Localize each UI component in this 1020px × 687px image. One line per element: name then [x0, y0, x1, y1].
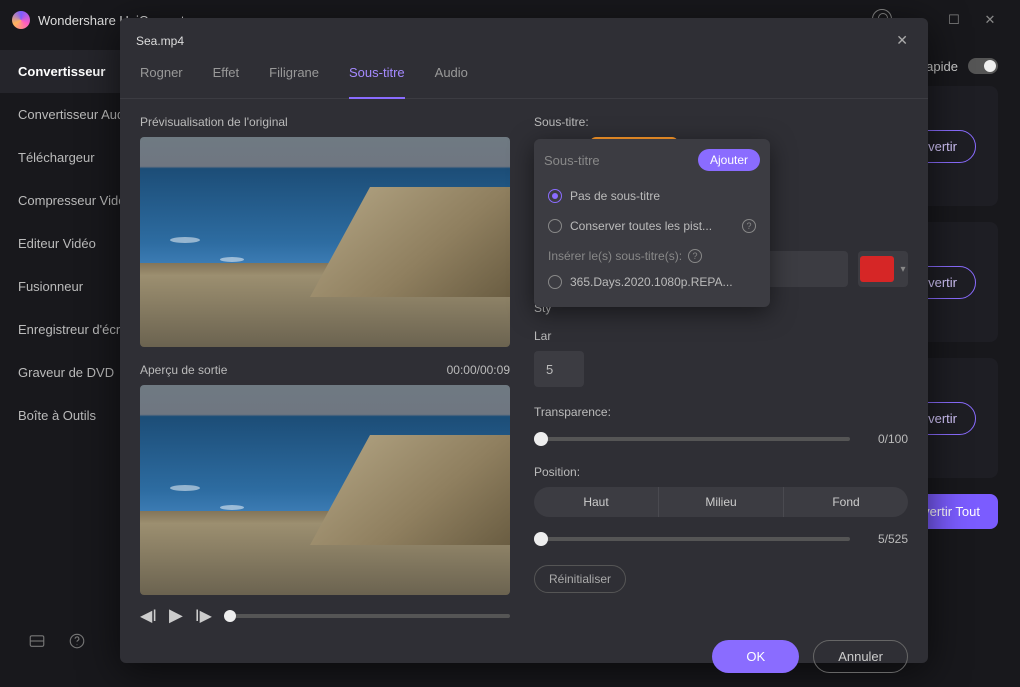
tab-crop[interactable]: Rogner	[140, 65, 183, 88]
radio-icon	[548, 219, 562, 233]
add-subtitle-button[interactable]: Ajouter	[698, 149, 760, 171]
option-subtitle-file[interactable]: 365.Days.2020.1080p.REPA...	[544, 267, 760, 297]
transparency-slider[interactable]	[534, 437, 850, 441]
subtitle-field-label: Sous-titre:	[534, 115, 908, 129]
position-top[interactable]: Haut	[534, 487, 659, 517]
editor-tabs: Rogner Effet Filigrane Sous-titre Audio	[120, 53, 928, 99]
modal-close-icon[interactable]: ✕	[892, 28, 912, 53]
tab-audio[interactable]: Audio	[435, 65, 468, 88]
position-bottom[interactable]: Fond	[784, 487, 908, 517]
radio-selected-icon	[548, 189, 562, 203]
preview-original	[140, 137, 510, 347]
option-no-subtitle[interactable]: Pas de sous-titre	[544, 181, 760, 211]
preview-output-label: Aperçu de sortie	[140, 363, 227, 377]
next-frame-icon[interactable]: Ⅰ▶	[195, 606, 212, 626]
scrub-bar[interactable]	[224, 614, 510, 618]
tutorial-icon[interactable]	[28, 632, 46, 655]
help-tooltip-icon-2[interactable]: ?	[688, 249, 702, 263]
position-middle[interactable]: Milieu	[659, 487, 784, 517]
transparency-value: 0/100	[862, 432, 908, 446]
width-label: Lar	[534, 329, 908, 343]
high-speed-toggle[interactable]	[968, 58, 998, 74]
font-color-select[interactable]: ▾	[858, 251, 908, 287]
position-slider-value: 5/525	[862, 532, 908, 546]
play-icon[interactable]: ▶	[169, 605, 183, 626]
transparency-label: Transparence:	[534, 405, 908, 419]
tab-subtitle[interactable]: Sous-titre	[349, 65, 405, 88]
position-slider[interactable]	[534, 537, 850, 541]
position-label: Position:	[534, 465, 908, 479]
radio-icon	[548, 275, 562, 289]
option-keep-all-tracks[interactable]: Conserver toutes les pist... ?	[544, 211, 760, 241]
subtitle-editor-modal: Sea.mp4 ✕ Rogner Effet Filigrane Sous-ti…	[120, 18, 928, 663]
reset-button[interactable]: Réinitialiser	[534, 565, 626, 593]
help-tooltip-icon[interactable]: ?	[742, 219, 756, 233]
color-swatch-icon	[860, 256, 894, 282]
prev-frame-icon[interactable]: ◀Ⅰ	[140, 606, 157, 626]
window-close[interactable]: ✕	[972, 12, 1008, 28]
playback-controls: ◀Ⅰ ▶ Ⅰ▶	[140, 605, 510, 626]
position-segmented: Haut Milieu Fond	[534, 487, 908, 517]
preview-original-label: Prévisualisation de l'original	[140, 115, 510, 129]
time-display: 00:00/00:09	[447, 363, 510, 377]
insert-subtitle-label: Insérer le(s) sous-titre(s):	[548, 249, 682, 263]
window-maximize[interactable]: ☐	[936, 12, 972, 28]
width-input[interactable]: 5	[534, 351, 584, 387]
cancel-button[interactable]: Annuler	[813, 640, 908, 673]
tab-effect[interactable]: Effet	[213, 65, 240, 88]
tab-watermark[interactable]: Filigrane	[269, 65, 319, 88]
modal-filename: Sea.mp4	[136, 34, 892, 48]
dropdown-input-placeholder: Sous-titre	[544, 153, 690, 168]
help-icon[interactable]	[68, 632, 86, 655]
app-logo-icon	[12, 11, 30, 29]
subtitle-dropdown: Sous-titre Ajouter Pas de sous-titre Con…	[534, 139, 770, 307]
ok-button[interactable]: OK	[712, 640, 799, 673]
preview-output	[140, 385, 510, 595]
